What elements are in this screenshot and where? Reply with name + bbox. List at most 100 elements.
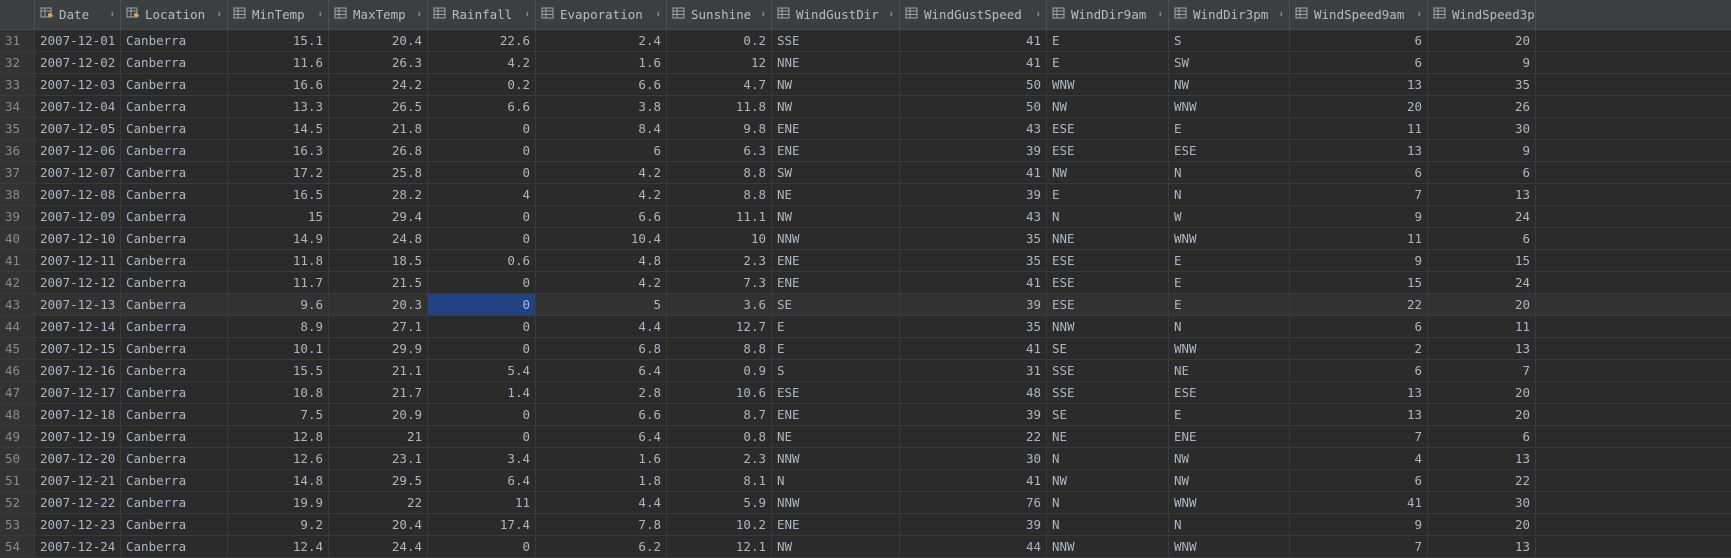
cell-windspeed9am[interactable]: 11 — [1290, 228, 1428, 249]
cell-windgustspeed[interactable]: 22 — [900, 426, 1047, 447]
cell-windgustdir[interactable]: NW — [772, 206, 900, 227]
cell-date[interactable]: 2007-12-19 — [35, 426, 121, 447]
cell-winddir3pm[interactable]: E — [1169, 118, 1290, 139]
cell-winddir3pm[interactable]: S — [1169, 30, 1290, 51]
cell-winddir3pm[interactable]: N — [1169, 162, 1290, 183]
cell-winddir9am[interactable]: SE — [1047, 338, 1169, 359]
cell-evaporation[interactable]: 4.8 — [536, 250, 667, 271]
table-row[interactable]: 34 2007-12-04 Canberra 13.3 26.5 6.6 3.8 11.8 NW… — [0, 96, 1731, 118]
cell-location[interactable]: Canberra — [121, 492, 228, 513]
cell-windgustspeed[interactable]: 35 — [900, 316, 1047, 337]
cell-mintemp[interactable]: 11.7 — [228, 272, 329, 293]
row-number[interactable]: 47 — [0, 382, 35, 403]
cell-windspeed9am[interactable]: 13 — [1290, 404, 1428, 425]
cell-winddir3pm[interactable]: WNW — [1169, 492, 1290, 513]
cell-windspeed9am[interactable]: 7 — [1290, 426, 1428, 447]
cell-location[interactable]: Canberra — [121, 382, 228, 403]
cell-windspeed3pm[interactable]: 7 — [1428, 360, 1536, 381]
column-header-windspeed3pm[interactable]: WindSpeed3pm⬍ — [1428, 0, 1536, 29]
cell-windspeed9am[interactable]: 9 — [1290, 514, 1428, 535]
cell-winddir9am[interactable]: ESE — [1047, 250, 1169, 271]
table-row[interactable]: 39 2007-12-09 Canberra 15 29.4 0 6.6 11.1 NW 43 N W… — [0, 206, 1731, 228]
table-row[interactable]: 37 2007-12-07 Canberra 17.2 25.8 0 4.2 8.8 SW 41 N… — [0, 162, 1731, 184]
table-row[interactable]: 47 2007-12-17 Canberra 10.8 21.7 1.4 2.8 10.6 ES… — [0, 382, 1731, 404]
cell-mintemp[interactable]: 11.6 — [228, 52, 329, 73]
cell-rainfall[interactable]: 0 — [428, 338, 536, 359]
cell-evaporation[interactable]: 6.4 — [536, 426, 667, 447]
cell-winddir9am[interactable]: ESE — [1047, 272, 1169, 293]
cell-windspeed3pm[interactable]: 26 — [1428, 96, 1536, 117]
cell-rainfall[interactable]: 0 — [428, 272, 536, 293]
cell-location[interactable]: Canberra — [121, 316, 228, 337]
cell-location[interactable]: Canberra — [121, 426, 228, 447]
cell-winddir9am[interactable]: NNW — [1047, 316, 1169, 337]
cell-date[interactable]: 2007-12-20 — [35, 448, 121, 469]
cell-mintemp[interactable]: 10.1 — [228, 338, 329, 359]
cell-sunshine[interactable]: 10.2 — [667, 514, 772, 535]
cell-maxtemp[interactable]: 21.1 — [329, 360, 428, 381]
cell-windspeed9am[interactable]: 13 — [1290, 140, 1428, 161]
cell-mintemp[interactable]: 10.8 — [228, 382, 329, 403]
cell-winddir3pm[interactable]: NE — [1169, 360, 1290, 381]
cell-winddir9am[interactable]: N — [1047, 492, 1169, 513]
cell-sunshine[interactable]: 11.1 — [667, 206, 772, 227]
cell-maxtemp[interactable]: 21.8 — [329, 118, 428, 139]
cell-winddir9am[interactable]: WNW — [1047, 74, 1169, 95]
cell-windspeed9am[interactable]: 15 — [1290, 272, 1428, 293]
cell-winddir9am[interactable]: NE — [1047, 426, 1169, 447]
table-row[interactable]: 53 2007-12-23 Canberra 9.2 20.4 17.4 7.8 10.2 EN… — [0, 514, 1731, 536]
cell-sunshine[interactable]: 12.7 — [667, 316, 772, 337]
cell-windgustdir[interactable]: NE — [772, 184, 900, 205]
cell-evaporation[interactable]: 7.8 — [536, 514, 667, 535]
cell-maxtemp[interactable]: 20.3 — [329, 294, 428, 315]
cell-location[interactable]: Canberra — [121, 360, 228, 381]
cell-evaporation[interactable]: 6 — [536, 140, 667, 161]
row-number[interactable]: 43 — [0, 294, 35, 315]
cell-mintemp[interactable]: 17.2 — [228, 162, 329, 183]
cell-sunshine[interactable]: 5.9 — [667, 492, 772, 513]
cell-date[interactable]: 2007-12-08 — [35, 184, 121, 205]
sort-icon[interactable]: ⬍ — [417, 10, 422, 20]
table-row[interactable]: 43 2007-12-13 Canberra 9.6 20.3 0 5 3.6 SE 39 ESE E… — [0, 294, 1731, 316]
cell-winddir3pm[interactable]: E — [1169, 272, 1290, 293]
column-header-windgustspeed[interactable]: WindGustSpeed ⬍ — [900, 0, 1047, 29]
cell-winddir3pm[interactable]: NW — [1169, 470, 1290, 491]
cell-mintemp[interactable]: 9.2 — [228, 514, 329, 535]
cell-winddir3pm[interactable]: N — [1169, 514, 1290, 535]
cell-evaporation[interactable]: 6.6 — [536, 206, 667, 227]
cell-windspeed9am[interactable]: 41 — [1290, 492, 1428, 513]
cell-date[interactable]: 2007-12-11 — [35, 250, 121, 271]
cell-windgustdir[interactable]: NW — [772, 536, 900, 557]
cell-winddir3pm[interactable]: WNW — [1169, 338, 1290, 359]
cell-rainfall[interactable]: 0 — [428, 404, 536, 425]
row-number[interactable]: 33 — [0, 74, 35, 95]
cell-windspeed3pm[interactable]: 13 — [1428, 184, 1536, 205]
cell-winddir3pm[interactable]: W — [1169, 206, 1290, 227]
cell-windspeed9am[interactable]: 6 — [1290, 162, 1428, 183]
row-number[interactable]: 51 — [0, 470, 35, 491]
cell-sunshine[interactable]: 8.8 — [667, 162, 772, 183]
table-row[interactable]: 42 2007-12-12 Canberra 11.7 21.5 0 4.2 7.3 ENE 41… — [0, 272, 1731, 294]
cell-location[interactable]: Canberra — [121, 338, 228, 359]
cell-rainfall[interactable]: 0 — [428, 118, 536, 139]
cell-winddir9am[interactable]: SSE — [1047, 382, 1169, 403]
cell-windgustdir[interactable]: NNW — [772, 492, 900, 513]
cell-windspeed9am[interactable]: 6 — [1290, 360, 1428, 381]
column-header-winddir9am[interactable]: WindDir9am ⬍ — [1047, 0, 1169, 29]
column-header-maxtemp[interactable]: MaxTemp ⬍ — [329, 0, 428, 29]
cell-date[interactable]: 2007-12-10 — [35, 228, 121, 249]
cell-sunshine[interactable]: 3.6 — [667, 294, 772, 315]
row-number[interactable]: 44 — [0, 316, 35, 337]
cell-windspeed3pm[interactable]: 20 — [1428, 30, 1536, 51]
cell-location[interactable]: Canberra — [121, 118, 228, 139]
cell-windgustspeed[interactable]: 50 — [900, 96, 1047, 117]
cell-winddir3pm[interactable]: E — [1169, 404, 1290, 425]
cell-rainfall[interactable]: 17.4 — [428, 514, 536, 535]
sort-icon[interactable]: ⬍ — [1279, 10, 1284, 20]
table-row[interactable]: 51 2007-12-21 Canberra 14.8 29.5 6.4 1.8 8.1 N 41… — [0, 470, 1731, 492]
cell-maxtemp[interactable]: 24.2 — [329, 74, 428, 95]
cell-winddir9am[interactable]: ESE — [1047, 118, 1169, 139]
cell-maxtemp[interactable]: 20.4 — [329, 30, 428, 51]
cell-windgustdir[interactable]: ENE — [772, 140, 900, 161]
cell-rainfall[interactable]: 0 — [428, 316, 536, 337]
